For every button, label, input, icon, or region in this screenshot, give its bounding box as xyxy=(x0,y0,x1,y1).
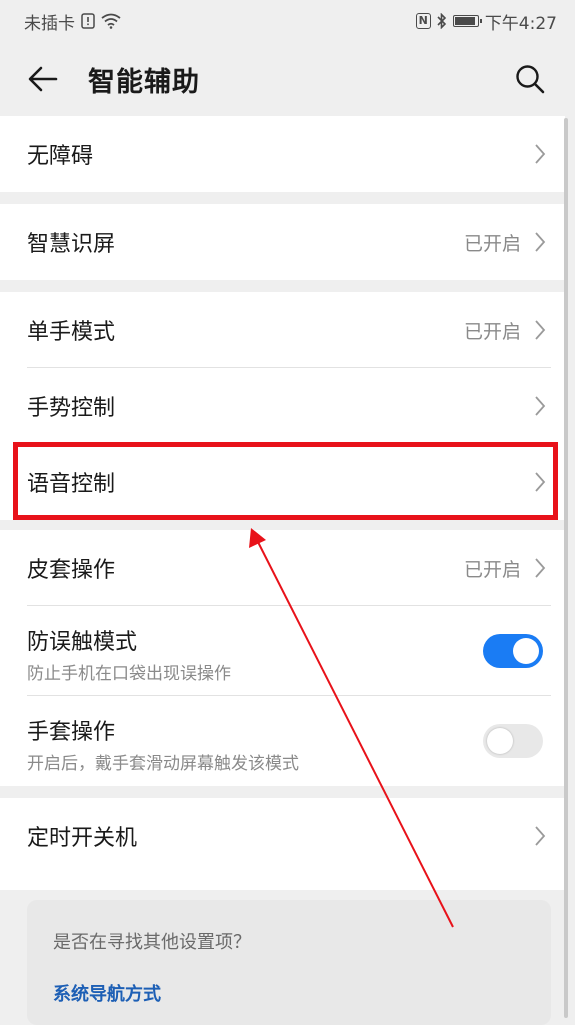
carrier-text: 未插卡 xyxy=(24,13,75,34)
row-label: 智慧识屏 xyxy=(27,232,116,257)
row-subtitle: 开启后，戴手套滑动屏幕触发该模式 xyxy=(27,754,299,774)
search-button[interactable] xyxy=(507,56,553,102)
row-one-hand-mode[interactable]: 单手模式 已开启 xyxy=(0,292,565,368)
row-label: 手势控制 xyxy=(27,396,116,421)
settings-group-accessibility: 无障碍 xyxy=(0,116,565,192)
chevron-right-icon xyxy=(535,558,546,578)
row-status: 已开启 xyxy=(463,558,521,581)
status-bar-right: N 下午4:27 xyxy=(415,9,557,34)
row-status: 已开启 xyxy=(463,320,521,343)
suggestion-question: 是否在寻找其他设置项？ xyxy=(53,932,251,953)
row-status: 已开启 xyxy=(463,232,521,255)
row-cover-operation[interactable]: 皮套操作 已开启 xyxy=(0,530,565,606)
sim-alert-icon xyxy=(81,13,95,29)
row-accessibility[interactable]: 无障碍 xyxy=(0,116,565,192)
page-title: 智能辅助 xyxy=(88,66,200,98)
search-icon xyxy=(516,65,545,94)
bluetooth-icon xyxy=(437,13,446,29)
back-arrow-icon xyxy=(28,66,58,92)
chevron-right-icon xyxy=(535,320,546,340)
settings-group-screen-recognition: 智慧识屏 已开启 xyxy=(0,204,565,280)
glove-mode-toggle[interactable] xyxy=(483,724,543,758)
toggle-knob xyxy=(487,728,513,754)
settings-group-case-and-touch: 皮套操作 已开启 防误触模式 防止手机在口袋出现误操作 手套操作 开启后，戴手套… xyxy=(0,530,565,786)
accidental-touch-toggle[interactable] xyxy=(483,634,543,668)
row-subtitle: 防止手机在口袋出现误操作 xyxy=(27,664,231,684)
row-gesture-control[interactable]: 手势控制 xyxy=(0,368,565,444)
clock-time: 下午4:27 xyxy=(484,13,557,34)
row-label: 语音控制 xyxy=(27,472,116,497)
row-voice-control[interactable]: 语音控制 xyxy=(0,444,565,520)
row-accidental-touch-mode[interactable]: 防误触模式 防止手机在口袋出现误操作 xyxy=(0,606,565,696)
suggestion-card: 是否在寻找其他设置项？ 系统导航方式 xyxy=(27,900,551,1025)
battery-icon xyxy=(452,15,482,27)
scrollbar[interactable] xyxy=(564,118,568,1018)
battery-fill xyxy=(454,17,476,25)
app-header: 智能辅助 xyxy=(0,42,575,116)
settings-group-scheduled-power: 定时开关机 xyxy=(0,798,565,890)
row-label: 防误触模式 xyxy=(27,630,138,655)
chevron-right-icon xyxy=(535,826,546,846)
wifi-icon xyxy=(101,13,121,29)
row-label: 单手模式 xyxy=(27,320,116,345)
system-navigation-link[interactable]: 系统导航方式 xyxy=(53,980,161,1006)
row-label: 无障碍 xyxy=(27,144,94,169)
back-button[interactable] xyxy=(20,56,66,102)
chevron-right-icon xyxy=(535,472,546,492)
status-bar: 未插卡 N 下午4:27 xyxy=(0,0,575,42)
status-bar-left: 未插卡 xyxy=(24,9,121,34)
row-label: 皮套操作 xyxy=(27,558,116,583)
chevron-right-icon xyxy=(535,232,546,252)
row-label: 手套操作 xyxy=(27,720,116,745)
nfc-icon: N xyxy=(415,13,431,29)
row-label: 定时开关机 xyxy=(27,826,138,851)
chevron-right-icon xyxy=(535,396,546,416)
settings-group-control: 单手模式 已开启 手势控制 语音控制 xyxy=(0,292,565,520)
row-scheduled-power[interactable]: 定时开关机 xyxy=(0,798,565,874)
toggle-knob xyxy=(513,638,539,664)
chevron-right-icon xyxy=(535,144,546,164)
row-glove-mode[interactable]: 手套操作 开启后，戴手套滑动屏幕触发该模式 xyxy=(0,696,565,786)
row-smart-screen-recognition[interactable]: 智慧识屏 已开启 xyxy=(0,204,565,280)
